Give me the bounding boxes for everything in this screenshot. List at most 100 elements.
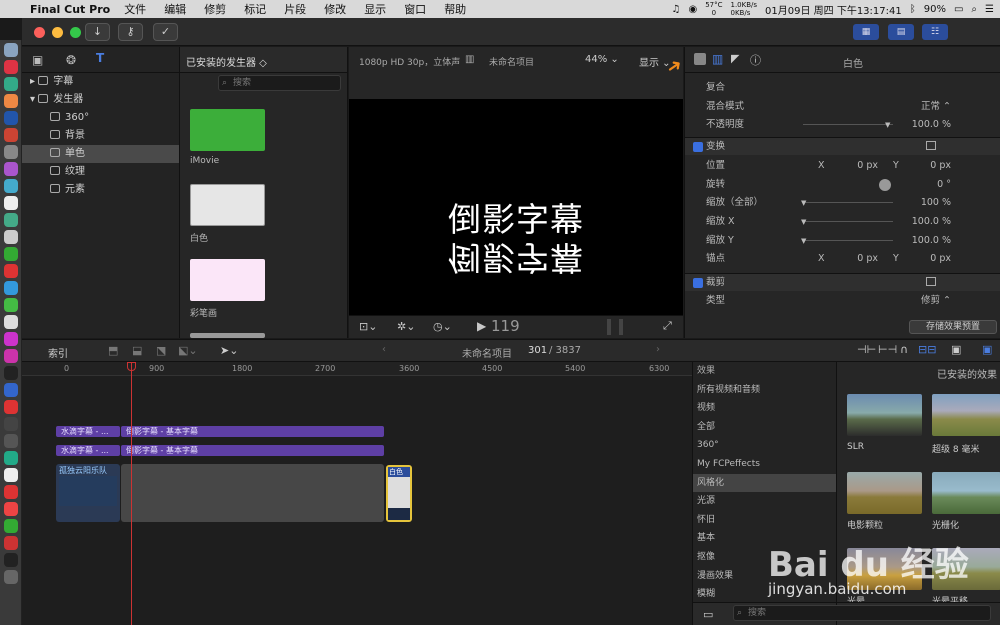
effects-search-input[interactable]: ⌕ 搜索: [733, 605, 991, 621]
effect-thumb-super8[interactable]: [932, 394, 1000, 436]
white-generator-clip[interactable]: 白色: [386, 465, 412, 522]
app-icon[interactable]: [4, 162, 18, 176]
app-menu[interactable]: Final Cut Pro: [30, 3, 110, 16]
app-icon[interactable]: [4, 281, 18, 295]
scale-all-row[interactable]: 缩放（全部） ▼ 100 %: [685, 194, 1000, 212]
generator-thumb-pastel[interactable]: [190, 259, 265, 301]
transform-tool-icon[interactable]: ⊡⌄: [359, 320, 377, 333]
datetime[interactable]: 01月09日 周四 下午13:17:41: [765, 2, 902, 17]
effect-category[interactable]: 全部: [693, 418, 836, 437]
fullscreen-icon[interactable]: ⤢: [663, 319, 672, 333]
minimize-window-button[interactable]: [52, 27, 63, 38]
save-effects-preset-button[interactable]: 存储效果预置: [909, 320, 997, 334]
opacity-slider-thumb[interactable]: ▼: [885, 116, 890, 134]
app-icon[interactable]: [4, 111, 18, 125]
effect-category[interactable]: 所有视频和音频: [693, 381, 836, 400]
append-clip-icon[interactable]: ⬔: [156, 344, 166, 357]
snapping-icon[interactable]: ⊟⊟: [918, 343, 936, 356]
background-tasks-button[interactable]: ✓: [153, 23, 178, 41]
effect-category[interactable]: 怀旧: [693, 511, 836, 530]
app-icon[interactable]: [4, 536, 18, 550]
video-clip[interactable]: 孤独云阳乐队: [56, 464, 120, 522]
enhance-tool-icon[interactable]: ✲⌄: [397, 320, 415, 333]
import-button[interactable]: ↓: [85, 23, 110, 41]
timeline[interactable]: 0 900 1800 2700 3600 4500 5400 6300 水滴字幕…: [22, 362, 692, 625]
skimmer-icon[interactable]: ⊣⊢: [857, 343, 876, 356]
tree-item-titles[interactable]: ▸ 字幕: [22, 73, 179, 91]
effect-thumb-raster[interactable]: [932, 472, 1000, 514]
effect-thumb-slr[interactable]: [847, 394, 922, 436]
app-icon[interactable]: [4, 417, 18, 431]
tree-item-textures[interactable]: 纹理: [22, 163, 179, 181]
tree-item-360[interactable]: 360°: [22, 109, 179, 127]
scale-all-slider-thumb[interactable]: ▼: [801, 194, 806, 212]
app-icon[interactable]: [4, 502, 18, 516]
menu-edit[interactable]: 编辑: [164, 1, 186, 17]
playhead[interactable]: [131, 362, 132, 625]
crop-checkbox[interactable]: [693, 278, 703, 288]
opacity-row[interactable]: 不透明度 ▼ 100.0 %: [685, 116, 1000, 134]
app-icon[interactable]: [4, 77, 18, 91]
video-clip-gap[interactable]: [121, 464, 384, 522]
section-compositing[interactable]: 复合: [685, 79, 1000, 97]
ruler-bar[interactable]: [22, 362, 692, 376]
app-icon[interactable]: [4, 366, 18, 380]
menu-trim[interactable]: 修剪: [204, 1, 226, 17]
photos-audio-icon[interactable]: ❂: [66, 53, 76, 67]
app-icon[interactable]: [4, 451, 18, 465]
crop-type-row[interactable]: 类型 修剪 ⌃: [685, 292, 1000, 310]
app-icon[interactable]: [4, 230, 18, 244]
generator-thumb-next[interactable]: [190, 333, 265, 338]
rotation-dial[interactable]: [879, 179, 891, 191]
effect-category-selected[interactable]: 风格化: [693, 473, 836, 493]
media-library-icon[interactable]: ▣: [32, 53, 43, 67]
app-icon[interactable]: [4, 400, 18, 414]
opacity-slider[interactable]: [803, 124, 893, 125]
battery-percent[interactable]: 90%: [924, 4, 946, 15]
app-icon[interactable]: [4, 468, 18, 482]
app-icon[interactable]: [4, 213, 18, 227]
effect-category[interactable]: 视频: [693, 399, 836, 418]
section-transform[interactable]: 变换: [685, 137, 1000, 155]
wifi-icon[interactable]: ◉: [688, 4, 697, 15]
position-row[interactable]: 位置 X 0 px Y 0 px: [685, 157, 1000, 175]
speed-tool-icon[interactable]: ◷⌄: [433, 320, 452, 333]
forward-icon[interactable]: ›: [656, 344, 660, 355]
menu-modify[interactable]: 修改: [324, 1, 346, 17]
battery-icon[interactable]: ▭: [954, 4, 963, 15]
overwrite-clip-icon[interactable]: ⬕⌄: [178, 344, 198, 357]
tree-item-elements[interactable]: 元素: [22, 181, 179, 199]
app-icon[interactable]: [4, 349, 18, 363]
title-clip[interactable]: 倒影字幕 - 基本字幕: [121, 445, 384, 456]
app-icon[interactable]: [4, 128, 18, 142]
zoom-dropdown[interactable]: 44% ⌄: [585, 54, 619, 65]
menu-view[interactable]: 显示: [364, 1, 386, 17]
menu-window[interactable]: 窗口: [404, 1, 426, 17]
effect-category[interactable]: 360°: [693, 436, 836, 455]
back-icon[interactable]: ‹: [382, 344, 386, 355]
sidebar-toggle-icon[interactable]: ▭: [703, 608, 713, 621]
index-button[interactable]: 索引: [48, 345, 68, 360]
app-icon[interactable]: [4, 553, 18, 567]
title-clip[interactable]: 倒影字幕 - 基本字幕: [121, 426, 384, 437]
scale-y-slider-thumb[interactable]: ▼: [801, 232, 806, 250]
generator-thumb-white[interactable]: [190, 184, 265, 226]
insert-clip-icon[interactable]: ⬓: [132, 344, 142, 357]
app-icon[interactable]: [4, 94, 18, 108]
effects-browser-icon[interactable]: ▣: [982, 343, 992, 356]
layout-inspector-button[interactable]: ☷: [922, 24, 948, 40]
video-inspector-icon[interactable]: [694, 53, 706, 65]
crop-type-value[interactable]: 修剪 ⌃: [921, 292, 951, 310]
app-icon[interactable]: [4, 179, 18, 193]
blend-mode-value[interactable]: 正常 ⌃: [921, 98, 951, 116]
disclosure-triangle-icon[interactable]: ▸: [30, 76, 38, 87]
finder-icon[interactable]: [4, 43, 18, 57]
transform-onscreen-icon[interactable]: [926, 141, 936, 150]
effect-category[interactable]: My FCPeffects: [693, 455, 836, 474]
title-clip[interactable]: 水滴字幕 - ...: [56, 426, 120, 437]
menu-file[interactable]: 文件: [124, 1, 146, 17]
anchor-row[interactable]: 锚点 X 0 px Y 0 px: [685, 250, 1000, 268]
effect-category[interactable]: 光源: [693, 492, 836, 511]
filmstrip-inspector-icon[interactable]: ▥: [712, 52, 723, 66]
tree-item-generators[interactable]: ▾ 发生器: [22, 91, 179, 109]
